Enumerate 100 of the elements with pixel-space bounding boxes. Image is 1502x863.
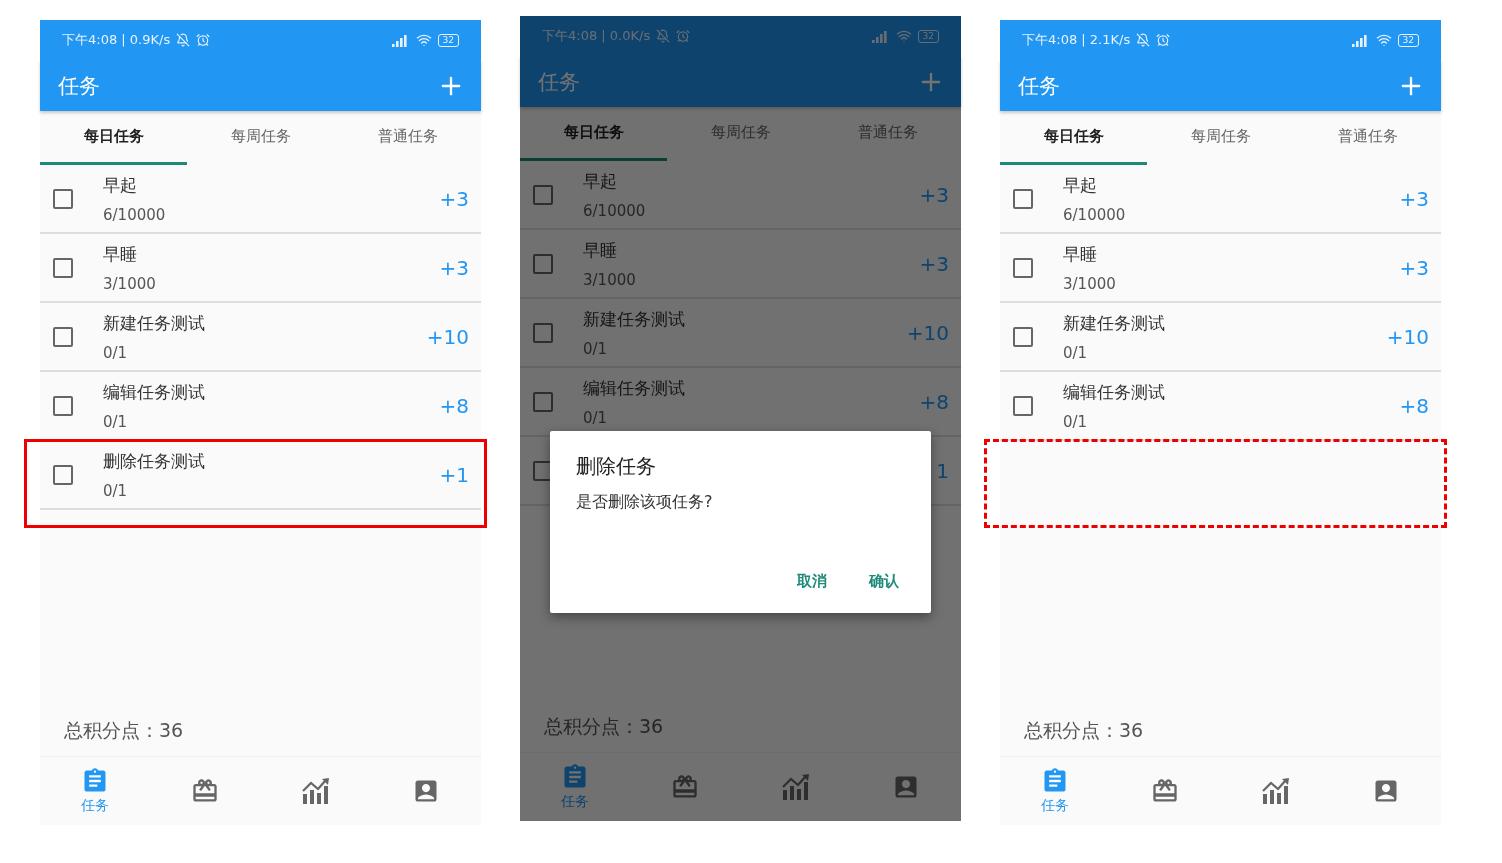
task-points: +10 <box>906 320 949 345</box>
task-title: 早睡 <box>1063 242 1098 266</box>
task-title: 编辑任务测试 <box>103 380 206 404</box>
signal-icon <box>869 29 890 43</box>
checkbox[interactable] <box>533 391 553 412</box>
task-title: 早起 <box>1063 173 1098 197</box>
task-title: 删除任务测试 <box>103 449 206 473</box>
bell-off-icon <box>1136 33 1151 47</box>
task-points: +10 <box>1386 324 1429 349</box>
checkbox[interactable] <box>533 184 553 205</box>
task-points: +3 <box>439 186 469 211</box>
signal-icon <box>1349 33 1370 47</box>
checkbox[interactable] <box>53 257 73 278</box>
gift-icon <box>1151 777 1180 805</box>
checkbox[interactable] <box>1013 326 1033 347</box>
alarm-icon <box>1156 33 1171 47</box>
checkbox[interactable] <box>53 464 73 485</box>
checkbox[interactable] <box>53 395 73 416</box>
task-progress: 0/1 <box>103 481 129 500</box>
app-title: 任务 <box>1018 72 1061 100</box>
alarm-icon <box>196 33 211 47</box>
bar-chart-icon <box>301 778 330 804</box>
wifi-icon <box>415 32 432 48</box>
bar-chart-icon <box>1261 778 1290 804</box>
gift-icon <box>191 777 220 805</box>
task-progress: 0/1 <box>1063 343 1089 362</box>
nav-item[interactable]: 任务 <box>1000 757 1111 825</box>
app-title: 任务 <box>58 72 101 100</box>
task-row[interactable]: 早起 6/10000 +3 <box>40 165 481 234</box>
task-title: 早睡 <box>103 242 138 266</box>
bell-off-icon <box>176 33 191 47</box>
checkbox[interactable] <box>1013 395 1033 416</box>
dialog-button[interactable]: 取消 <box>791 568 833 595</box>
dialog-button[interactable]: 确认 <box>863 568 905 595</box>
task-points: +10 <box>426 324 469 349</box>
task-points: +3 <box>919 251 949 276</box>
total-points: 总积分点：36 <box>1023 718 1145 743</box>
signal-icon <box>389 33 410 47</box>
alarm-icon <box>676 29 691 43</box>
bell-off-icon <box>656 29 671 43</box>
checkbox[interactable] <box>533 253 553 274</box>
task-row[interactable]: 早睡 3/1000 +3 <box>520 230 961 299</box>
checkbox[interactable] <box>1013 188 1033 209</box>
task-row[interactable]: 编辑任务测试 0/1 +8 <box>1000 372 1441 441</box>
task-progress: 0/1 <box>583 408 609 427</box>
tab[interactable]: 每周任务 <box>187 111 334 165</box>
task-progress: 0/1 <box>103 343 129 362</box>
task-row[interactable]: 新建任务测试 0/1 +10 <box>40 303 481 372</box>
task-row[interactable]: 删除任务测试 0/1 +1 <box>40 441 481 510</box>
checkbox[interactable] <box>1013 257 1033 278</box>
tab[interactable]: 普通任务 <box>334 111 481 165</box>
task-title: 新建任务测试 <box>103 311 206 335</box>
checkbox[interactable] <box>53 188 73 209</box>
status-text: 下午4:08 | 0.9K/s <box>62 31 171 49</box>
task-row[interactable]: 新建任务测试 0/1 +10 <box>1000 303 1441 372</box>
task-points: +8 <box>919 389 949 414</box>
dialog-message: 是否删除该项任务? <box>576 492 714 513</box>
task-progress: 6/10000 <box>583 201 647 220</box>
wifi-icon <box>895 28 912 44</box>
task-row[interactable]: 编辑任务测试 0/1 +8 <box>40 372 481 441</box>
task-row[interactable]: 新建任务测试 0/1 +10 <box>520 299 961 368</box>
tab[interactable]: 每日任务 <box>1000 111 1147 165</box>
checkbox[interactable] <box>53 326 73 347</box>
task-progress: 6/10000 <box>103 205 167 224</box>
nav-item[interactable]: 任务 <box>40 757 151 825</box>
task-progress: 3/1000 <box>1063 274 1117 293</box>
task-title: 编辑任务测试 <box>1063 380 1166 404</box>
task-points: +8 <box>439 393 469 418</box>
tab[interactable]: 每日任务 <box>520 107 667 161</box>
bar-chart-icon <box>781 774 810 800</box>
status-text: 下午4:08 | 0.0K/s <box>542 27 651 45</box>
tab[interactable]: 每周任务 <box>1147 111 1294 165</box>
wifi-icon <box>1375 32 1392 48</box>
task-points: +3 <box>1399 255 1429 280</box>
task-row[interactable]: 早起 6/10000 +3 <box>1000 165 1441 234</box>
task-title: 早起 <box>103 173 138 197</box>
gift-icon <box>671 773 700 801</box>
task-progress: 3/1000 <box>103 274 157 293</box>
task-row[interactable]: 早睡 3/1000 +3 <box>1000 234 1441 303</box>
dialog-title: 删除任务 <box>576 453 657 480</box>
task-row[interactable]: 早睡 3/1000 +3 <box>40 234 481 303</box>
task-progress: 0/1 <box>583 339 609 358</box>
total-points: 总积分点：36 <box>543 714 665 739</box>
task-progress: 6/10000 <box>1063 205 1127 224</box>
task-points: 1 <box>936 458 949 483</box>
app-title: 任务 <box>538 68 581 96</box>
tab[interactable]: 每日任务 <box>40 111 187 165</box>
task-points: +3 <box>439 255 469 280</box>
task-points: +3 <box>919 182 949 207</box>
task-points: +8 <box>1399 393 1429 418</box>
task-progress: 0/1 <box>1063 412 1089 431</box>
task-title: 早起 <box>583 169 618 193</box>
task-title: 新建任务测试 <box>1063 311 1166 335</box>
tab[interactable]: 普通任务 <box>1294 111 1441 165</box>
checkbox[interactable] <box>533 322 553 343</box>
task-progress: 0/1 <box>103 412 129 431</box>
task-title: 编辑任务测试 <box>583 376 686 400</box>
battery-icon: 32 <box>917 29 939 43</box>
task-row[interactable]: 早起 6/10000 +3 <box>520 161 961 230</box>
task-title: 新建任务测试 <box>583 307 686 331</box>
